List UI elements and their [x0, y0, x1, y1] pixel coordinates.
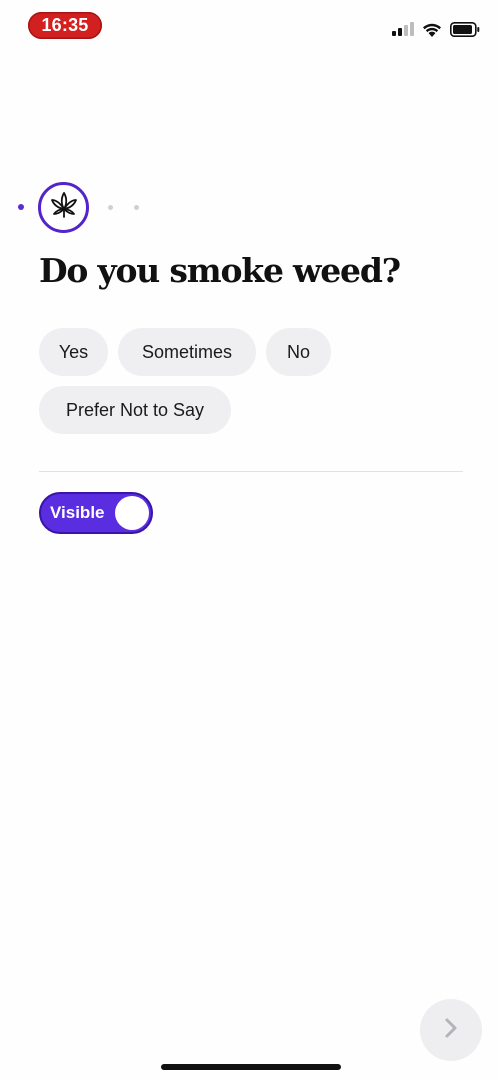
status-icons	[392, 18, 480, 40]
option-prefer-not-to-say[interactable]: Prefer Not to Say	[39, 386, 231, 434]
wifi-icon	[422, 22, 442, 37]
visibility-toggle-label: Visible	[50, 503, 105, 522]
onboarding-screen: 16:35 Do you smoke weed? Yes Sometimes N…	[0, 0, 498, 1080]
next-button[interactable]	[420, 999, 482, 1061]
battery-icon	[450, 21, 480, 37]
cellular-signal-icon	[392, 22, 414, 36]
option-sometimes[interactable]: Sometimes	[118, 328, 256, 376]
visibility-toggle[interactable]: Visible	[39, 492, 153, 534]
toggle-knob	[115, 496, 149, 530]
cannabis-leaf-icon	[49, 190, 79, 225]
divider	[39, 471, 463, 472]
option-no[interactable]: No	[266, 328, 331, 376]
option-yes[interactable]: Yes	[39, 328, 108, 376]
progress-dot	[134, 205, 139, 210]
question-title: Do you smoke weed?	[39, 251, 401, 290]
progress-dot	[108, 205, 113, 210]
progress-dot-active	[18, 204, 24, 210]
status-time: 16:35	[28, 12, 102, 39]
chevron-right-icon	[442, 1017, 460, 1044]
home-indicator[interactable]	[161, 1064, 341, 1070]
step-indicator	[38, 182, 89, 233]
